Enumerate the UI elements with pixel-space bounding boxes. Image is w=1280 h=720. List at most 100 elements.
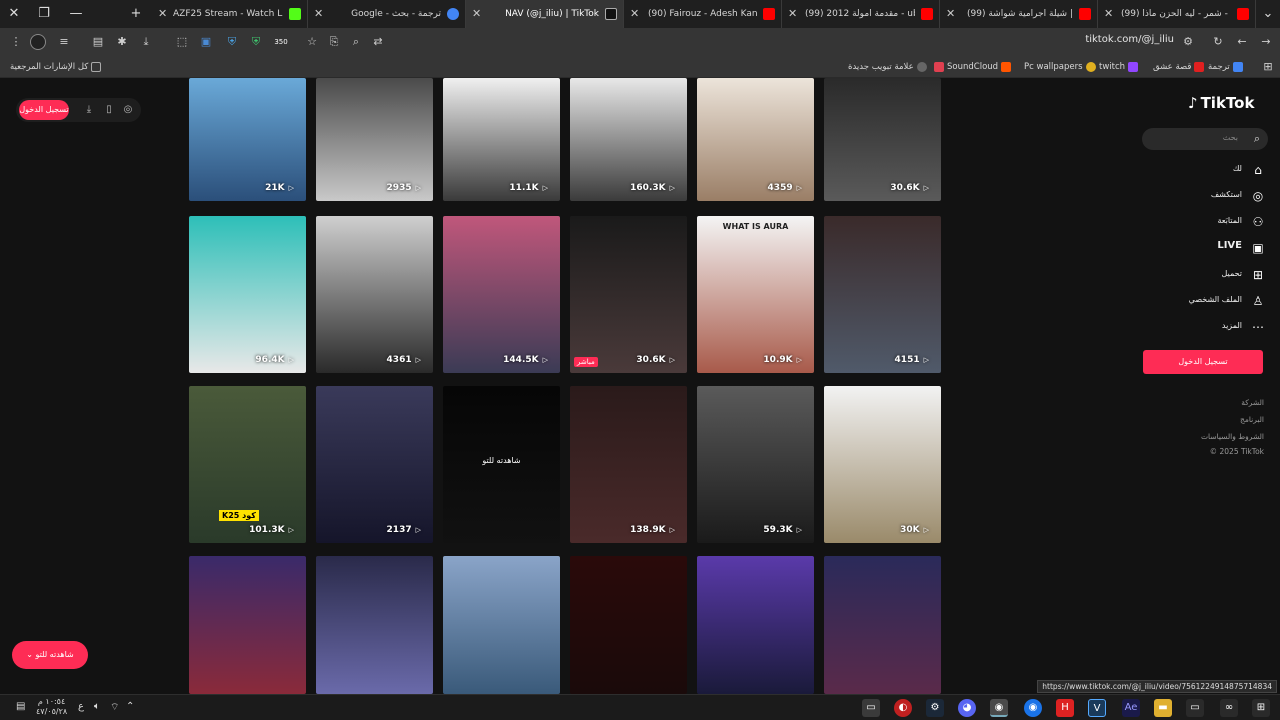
video-thumbnail[interactable]: مباشر 30.6K ▷ — [570, 216, 687, 373]
video-thumbnail[interactable]: K25 كود 101.3K ▷ — [189, 386, 306, 543]
bookmark-love-story[interactable]: قصة عشق — [1153, 60, 1205, 74]
menu-icon[interactable]: ⋮ — [8, 34, 24, 50]
tab-youtube-sheila[interactable]: ✕ (99) شيلة اجرامية شواشة | — [940, 0, 1098, 28]
video-thumbnail[interactable]: 160.3K ▷ — [570, 78, 687, 201]
download-icon[interactable]: ⤓ — [138, 34, 154, 50]
chrome-active-icon[interactable]: ◉ — [990, 699, 1008, 717]
video-thumbnail[interactable] — [824, 556, 941, 694]
video-thumbnail[interactable]: 21K ▷ — [189, 78, 306, 201]
file-explorer-icon[interactable]: ▬ — [1154, 699, 1172, 717]
nav-item-following[interactable]: المتابَعة ⚇ — [1140, 214, 1268, 232]
address-bar[interactable]: tiktok.com/@j_iliu — [1085, 34, 1174, 45]
video-thumbnail[interactable]: 4359 ▷ — [697, 78, 814, 201]
share-icon[interactable]: ⎘ — [326, 34, 342, 50]
bookmark-star-icon[interactable]: ☆ — [304, 34, 320, 50]
extension-icon[interactable]: ⬚ — [174, 34, 190, 50]
clock[interactable]: ١٠:٥٤ م ٤٧/٠٥/٢٨ — [36, 697, 67, 717]
taskbar-app-icon[interactable]: ▭ — [1186, 699, 1204, 717]
sidebar-login-button[interactable]: تسجيل الدخول — [1143, 350, 1263, 374]
shield-extension-icon[interactable]: ⛨ — [224, 34, 240, 50]
tab-tiktok[interactable]: ✕ NAV (@j_iliu) | TikTok — [466, 0, 624, 28]
video-thumbnail[interactable]: 144.5K ▷ — [443, 216, 560, 373]
nav-item-upload[interactable]: تحميل ⊞ — [1140, 267, 1268, 285]
apps-grid-icon[interactable]: ⊞ — [1260, 59, 1276, 75]
network-icon[interactable]: ⌔ — [110, 701, 119, 714]
video-thumbnail[interactable] — [443, 556, 560, 694]
start-menu-icon[interactable]: ⊞ — [1252, 699, 1270, 717]
restore-window-icon[interactable]: ❐ — [34, 4, 54, 24]
notifications-icon[interactable]: ▤ — [16, 701, 25, 712]
close-tab-icon[interactable]: ✕ — [1104, 8, 1116, 20]
search-input[interactable]: بحث ⌕ — [1142, 128, 1268, 150]
language-indicator[interactable]: ع — [78, 701, 84, 712]
chrome-icon[interactable]: ◉ — [1024, 699, 1042, 717]
tab-fairouz[interactable]: ✕ (90) Fairouz - Adesh Kan Fi — [624, 0, 782, 28]
reload-icon[interactable]: ↻ — [1210, 34, 1226, 50]
bookmark-translate[interactable]: ترجمة — [1208, 60, 1243, 74]
adblock-extension-icon[interactable]: ⛨ — [248, 34, 264, 50]
video-thumbnail[interactable]: 30.6K ▷ — [824, 78, 941, 201]
video-thumbnail[interactable]: 4361 ▷ — [316, 216, 433, 373]
profile-avatar-icon[interactable] — [30, 34, 46, 50]
nav-item-live[interactable]: LIVE ▣ — [1140, 240, 1268, 258]
compass-icon[interactable]: ◎ — [121, 102, 135, 118]
tab-azf25[interactable]: ✕ AZF25 Stream - Watch Live on — [152, 0, 308, 28]
all-bookmarks[interactable]: كل الإشارات المرجعية — [10, 60, 102, 74]
tab-google[interactable]: ✕ Google - ترجمة - بحث — [308, 0, 466, 28]
discord-icon[interactable]: ◕ — [958, 699, 976, 717]
close-tab-icon[interactable]: ✕ — [314, 8, 326, 20]
nav-item-for-you[interactable]: لك ⌂ — [1140, 162, 1268, 180]
close-window-icon[interactable]: ✕ — [4, 4, 24, 24]
video-thumbnail[interactable]: 59.3K ▷ — [697, 386, 814, 543]
close-tab-icon[interactable]: ✕ — [158, 8, 170, 20]
video-thumbnail[interactable] — [697, 556, 814, 694]
close-tab-icon[interactable]: ✕ — [472, 8, 484, 20]
footer-terms-link[interactable]: الشروط والسياسات — [1201, 432, 1264, 441]
login-button[interactable]: تسجيل الدخول — [19, 100, 69, 120]
video-thumbnail[interactable]: شاهدته للتو — [443, 386, 560, 543]
steam-icon[interactable]: ⚙ — [926, 699, 944, 717]
taskbar-app-icon[interactable]: ◐ — [894, 699, 912, 717]
nav-item-more[interactable]: المزيد ⋯ — [1140, 319, 1268, 337]
after-effects-icon[interactable]: Ae — [1122, 699, 1140, 717]
bookmark-twitch[interactable]: twitch — [1099, 60, 1139, 74]
tab-youtube-2012[interactable]: ✕ (99) مقدمة امولة 2012 - ube — [782, 0, 940, 28]
close-tab-icon[interactable]: ✕ — [630, 8, 642, 20]
taskbar-app-icon[interactable]: V — [1088, 699, 1106, 717]
video-thumbnail[interactable]: 2137 ▷ — [316, 386, 433, 543]
video-thumbnail[interactable]: 2935 ▷ — [316, 78, 433, 201]
video-thumbnail[interactable]: 96.4K ▷ — [189, 216, 306, 373]
tab-youtube-shammar[interactable]: ✕ (99) شيله - شمر - ليه الحزن ماذا — [1098, 0, 1256, 28]
volume-icon[interactable]: 🔈︎ — [94, 701, 100, 712]
forward-icon[interactable]: → — [1258, 34, 1274, 50]
split-view-icon[interactable]: ▤ — [90, 34, 106, 50]
video-thumbnail[interactable]: 30K ▷ — [824, 386, 941, 543]
bookmark-new-tab[interactable]: علامة تبويب جديدة — [848, 60, 927, 74]
tab-search-icon[interactable]: ⌄ — [1258, 4, 1278, 24]
search-icon[interactable]: ⌕ — [1254, 132, 1260, 146]
tray-chevron-icon[interactable]: ⌃ — [126, 701, 134, 712]
video-thumbnail[interactable] — [189, 556, 306, 694]
video-thumbnail[interactable]: 4151 ▷ — [824, 216, 941, 373]
site-settings-icon[interactable]: ⚙ — [1180, 34, 1196, 50]
nav-item-explore[interactable]: استكشف ◎ — [1140, 188, 1268, 206]
bookmark-pc-wallpapers[interactable]: Pc wallpapers — [1024, 60, 1096, 74]
taskbar-app-icon[interactable]: H — [1056, 699, 1074, 717]
reading-list-icon[interactable]: ≡ — [56, 34, 72, 50]
nav-item-profile[interactable]: الملف الشخصي ♙ — [1140, 293, 1268, 311]
tiktok-logo[interactable]: ♪ TikTok — [1188, 94, 1254, 112]
video-thumbnail[interactable] — [316, 556, 433, 694]
close-tab-icon[interactable]: ✕ — [788, 8, 800, 20]
just-watched-button[interactable]: ⌄ شاهدته للتو — [12, 641, 88, 669]
counter-extension-icon[interactable]: 350 — [270, 34, 292, 50]
footer-program-link[interactable]: البرنامج — [1240, 415, 1264, 424]
close-tab-icon[interactable]: ✕ — [946, 8, 958, 20]
video-thumbnail[interactable]: 11.1K ▷ — [443, 78, 560, 201]
bookmark-soundcloud[interactable]: SoundCloud — [934, 60, 1012, 74]
translate-extension-icon[interactable]: ▣ — [198, 34, 214, 50]
download-app-icon[interactable]: ⤓ — [82, 102, 96, 118]
taskbar-app-icon[interactable]: ∞ — [1220, 699, 1238, 717]
video-thumbnail[interactable]: WHAT IS AURA 10.9K ▷ — [697, 216, 814, 373]
new-tab-icon[interactable]: + — [126, 4, 146, 24]
taskbar-app-icon[interactable]: ▭ — [862, 699, 880, 717]
